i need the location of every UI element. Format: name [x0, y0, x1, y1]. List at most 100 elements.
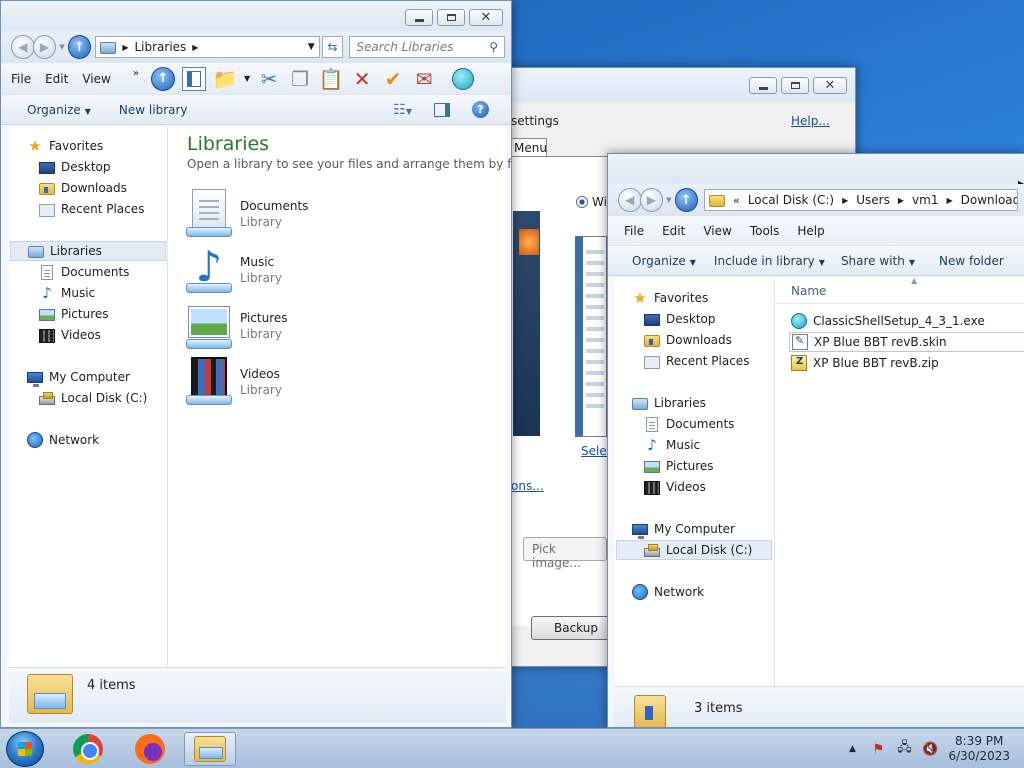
- toolbar-paste-button[interactable]: 📋: [319, 67, 344, 91]
- nav-documents[interactable]: Documents: [644, 414, 734, 434]
- nav-libraries[interactable]: Libraries: [632, 393, 706, 413]
- nav-videos[interactable]: Videos: [39, 325, 101, 345]
- menu-tools[interactable]: Tools: [750, 224, 780, 238]
- more-options-link[interactable]: ons...: [511, 479, 544, 493]
- forward-button[interactable]: ▶: [32, 35, 57, 59]
- menu-overflow-chevron-icon[interactable]: »: [133, 68, 139, 79]
- nav-network[interactable]: Network: [632, 582, 704, 602]
- new-library-button[interactable]: New library: [119, 103, 188, 117]
- organize-button[interactable]: Organize ▼: [632, 254, 696, 268]
- breadcrumb-overflow-icon[interactable]: «: [733, 194, 740, 207]
- nav-favorites[interactable]: ★ Favorites: [27, 136, 103, 156]
- preview-pane-button[interactable]: [434, 102, 450, 117]
- volume-muted-icon[interactable]: 🔇: [922, 741, 938, 757]
- menu-view[interactable]: View: [82, 72, 110, 86]
- nav-recent-places[interactable]: Recent Places: [39, 199, 144, 219]
- toolbar-copy-button[interactable]: ❐: [288, 67, 312, 91]
- libraries-maximize-button[interactable]: [437, 9, 465, 26]
- help-icon[interactable]: ?: [472, 101, 489, 118]
- nav-music[interactable]: ♪ Music: [39, 283, 95, 303]
- menu-help[interactable]: Help: [797, 224, 824, 238]
- refresh-button[interactable]: ⇆: [321, 36, 344, 58]
- toolbar-properties-button[interactable]: ✔: [381, 67, 405, 91]
- clock[interactable]: 8:39 PM 6/30/2023: [948, 734, 1010, 764]
- address-path[interactable]: Libraries: [134, 40, 186, 54]
- settings-close-button[interactable]: ✕: [813, 77, 847, 94]
- nav-documents[interactable]: Documents: [39, 262, 129, 282]
- settings-help-link[interactable]: Help...: [791, 114, 830, 128]
- library-item-pictures[interactable]: Pictures Library: [186, 301, 386, 351]
- library-item-documents[interactable]: Documents Library: [186, 189, 386, 239]
- column-header-name[interactable]: Name ▲: [775, 276, 1024, 304]
- libraries-address-bar[interactable]: ▶ Libraries ▶ ▼: [95, 36, 320, 58]
- library-item-music[interactable]: ♪ Music Library: [186, 245, 386, 295]
- change-view-button[interactable]: ☷▼: [393, 102, 412, 118]
- toolbar-settings-button[interactable]: 📁: [213, 67, 238, 91]
- breadcrumb-local-disk[interactable]: Local Disk (C:): [748, 193, 834, 207]
- start-button[interactable]: [6, 731, 44, 767]
- menu-edit[interactable]: Edit: [45, 72, 68, 86]
- network-tray-icon[interactable]: 🖧: [896, 740, 912, 757]
- back-button[interactable]: ◀: [618, 188, 642, 212]
- libraries-titlebar[interactable]: ✕: [1, 1, 511, 31]
- toolbar-email-button[interactable]: ✉: [412, 67, 436, 91]
- file-row[interactable]: ClassicShellSetup_4_3_1.exe: [791, 311, 985, 331]
- nav-desktop[interactable]: Desktop: [644, 309, 716, 329]
- libraries-search-input[interactable]: Search Libraries ⚲: [349, 36, 506, 58]
- tab-menu[interactable]: Menu: [511, 138, 547, 156]
- libraries-close-button[interactable]: ✕: [469, 9, 503, 26]
- breadcrumb-downloads[interactable]: Downloads: [961, 193, 1017, 207]
- nav-network[interactable]: Network: [27, 430, 99, 450]
- breadcrumb-users[interactable]: Users: [856, 193, 890, 207]
- address-dropdown-icon[interactable]: ▼: [308, 42, 315, 52]
- toolbar-navpane-button[interactable]: [181, 66, 206, 91]
- show-hidden-icons-button[interactable]: ▲: [844, 741, 860, 757]
- up-button[interactable]: ↑: [67, 35, 92, 59]
- file-row[interactable]: XP Blue BBT revB.zip: [791, 353, 939, 373]
- menu-view[interactable]: View: [703, 224, 731, 238]
- nav-libraries[interactable]: Libraries: [10, 241, 166, 261]
- recent-pages-chevron-icon[interactable]: ▼: [666, 196, 671, 204]
- menu-file[interactable]: File: [11, 72, 31, 86]
- organize-button[interactable]: Organize ▼: [27, 103, 91, 117]
- taskbar-explorer[interactable]: [184, 732, 236, 766]
- action-center-flag-icon[interactable]: ⚑: [870, 741, 886, 757]
- downloads-address-bar[interactable]: « Local Disk (C:) ▶ Users ▶ vm1 ▶ Downlo…: [704, 189, 1018, 211]
- recent-pages-chevron-icon[interactable]: ▼: [59, 43, 64, 51]
- style-radio-windows[interactable]: Wi: [576, 195, 607, 209]
- taskbar-chrome[interactable]: [62, 732, 114, 766]
- file-row[interactable]: XP Blue BBT revB.skin: [789, 332, 1024, 352]
- downloads-window[interactable]: ▸ ◀ ▶ ▼ ↑ « Local Disk (C:) ▶ Users ▶ vm…: [607, 153, 1024, 728]
- toolbar-classic-shell-button[interactable]: [451, 67, 475, 91]
- nav-downloads[interactable]: Downloads: [39, 178, 127, 198]
- toolbar-up-button[interactable]: ↑: [150, 66, 175, 91]
- menu-edit[interactable]: Edit: [662, 224, 685, 238]
- pick-image-button[interactable]: Pick image...: [523, 537, 607, 570]
- nav-local-disk[interactable]: Local Disk (C:): [616, 540, 772, 560]
- up-button[interactable]: ↑: [674, 188, 699, 212]
- settings-minimize-button[interactable]: [749, 77, 777, 94]
- downloads-titlebar[interactable]: ▸: [608, 154, 1024, 190]
- include-in-library-button[interactable]: Include in library ▼: [714, 254, 825, 268]
- menu-file[interactable]: File: [624, 224, 644, 238]
- nav-downloads[interactable]: Downloads: [644, 330, 732, 350]
- nav-music[interactable]: ♪ Music: [644, 435, 700, 455]
- new-folder-button[interactable]: New folder: [939, 254, 1004, 268]
- nav-my-computer[interactable]: My Computer: [632, 519, 735, 539]
- nav-local-disk[interactable]: Local Disk (C:): [39, 388, 147, 408]
- back-button[interactable]: ◀: [11, 35, 35, 59]
- toolbar-delete-button[interactable]: ✕: [350, 67, 374, 91]
- nav-desktop[interactable]: Desktop: [39, 157, 111, 177]
- forward-button[interactable]: ▶: [639, 188, 664, 212]
- taskbar-firefox[interactable]: [124, 732, 176, 766]
- toolbar-cut-button[interactable]: ✂: [257, 67, 281, 91]
- settings-maximize-button[interactable]: [781, 77, 809, 94]
- nav-videos[interactable]: Videos: [644, 477, 706, 497]
- nav-recent-places[interactable]: Recent Places: [644, 351, 749, 371]
- nav-my-computer[interactable]: My Computer: [27, 367, 130, 387]
- settings-titlebar[interactable]: ✕: [481, 68, 855, 102]
- libraries-window[interactable]: ✕ ◀ ▶ ▼ ↑ ▶ Libraries ▶ ▼ ⇆ Search Libra…: [0, 0, 512, 728]
- nav-pictures[interactable]: Pictures: [644, 456, 714, 476]
- toolbar-dropdown-icon[interactable]: ▼: [244, 74, 250, 83]
- breadcrumb-vm1[interactable]: vm1: [912, 193, 938, 207]
